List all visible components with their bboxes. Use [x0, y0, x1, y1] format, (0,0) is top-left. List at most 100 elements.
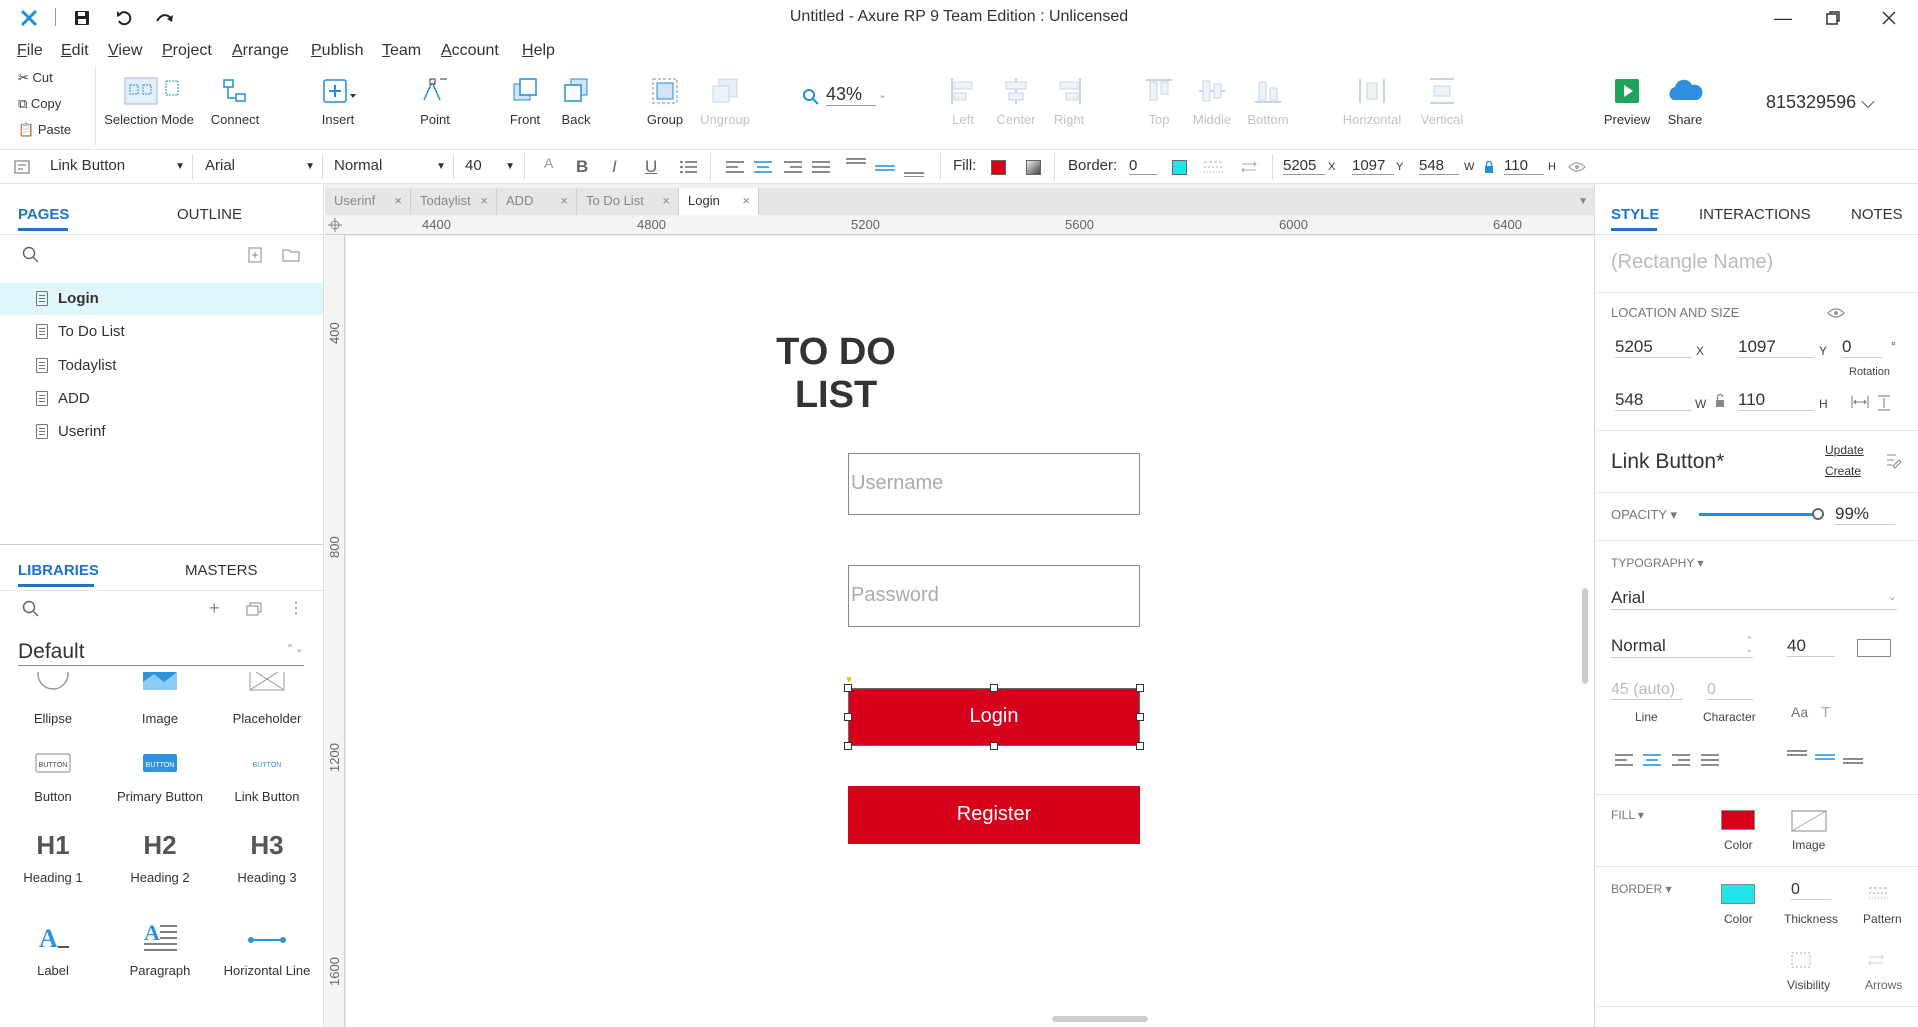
- valign-top-icon[interactable]: [846, 157, 866, 177]
- send-back-button[interactable]: Back: [551, 76, 601, 127]
- resize-handle[interactable]: [1136, 684, 1144, 692]
- rotation-field[interactable]: 0: [1842, 337, 1882, 358]
- valign-middle-icon[interactable]: [1815, 754, 1835, 764]
- typography-size-field[interactable]: 40: [1787, 636, 1835, 657]
- height-input[interactable]: 110: [1504, 157, 1544, 175]
- design-canvas[interactable]: TO DO LIST Username Password Login ▼ Reg…: [346, 236, 1594, 1027]
- widget-label[interactable]: A Label: [0, 920, 106, 978]
- font-color-icon[interactable]: A: [544, 155, 553, 171]
- tab-userinf[interactable]: Userinf ×: [325, 188, 411, 215]
- widget-horizontal-line[interactable]: Horizontal Line: [214, 920, 320, 978]
- close-tab-icon[interactable]: ×: [662, 193, 670, 208]
- library-select[interactable]: Default ⌃⌄: [18, 640, 304, 666]
- widget-heading-3[interactable]: H3 Heading 3: [214, 830, 320, 885]
- widget-ellipse[interactable]: Ellipse: [0, 672, 106, 726]
- text-align-right-icon[interactable]: [1672, 754, 1690, 766]
- preview-button[interactable]: Preview: [1600, 76, 1654, 127]
- vertical-scrollbar[interactable]: [1582, 588, 1588, 684]
- font-family-select[interactable]: Arial ▼: [205, 157, 315, 174]
- widget-heading-2[interactable]: H2 Heading 2: [107, 830, 213, 885]
- close-icon[interactable]: [1882, 11, 1896, 25]
- copy-button[interactable]: ⧉ Copy: [18, 96, 61, 112]
- tab-masters[interactable]: MASTERS: [185, 562, 258, 579]
- create-style-link[interactable]: Create: [1825, 464, 1861, 478]
- resize-handle[interactable]: [990, 684, 998, 692]
- tab-libraries[interactable]: LIBRARIES: [18, 562, 99, 579]
- eye-visibility-icon[interactable]: [1568, 161, 1586, 173]
- library-stack-icon[interactable]: [246, 602, 262, 616]
- text-case-icon[interactable]: Aa: [1791, 704, 1808, 720]
- connect-button[interactable]: Connect: [205, 76, 265, 127]
- canvas-heading[interactable]: TO DO LIST: [736, 331, 936, 417]
- valign-top-icon[interactable]: [1787, 750, 1807, 760]
- width-field[interactable]: 548: [1615, 390, 1691, 411]
- tab-add[interactable]: ADD ×: [497, 188, 577, 215]
- fill-gradient-swatch[interactable]: [1026, 160, 1041, 175]
- opacity-slider[interactable]: [1699, 508, 1824, 520]
- resize-handle[interactable]: [990, 742, 998, 750]
- ungroup-button[interactable]: Ungroup: [698, 76, 752, 127]
- arrows-icon[interactable]: [1867, 952, 1885, 968]
- font-size-select[interactable]: 40 ▼: [465, 157, 515, 174]
- insert-button[interactable]: Insert: [313, 76, 363, 127]
- username-input[interactable]: Username: [848, 453, 1140, 515]
- x-field[interactable]: 5205: [1615, 337, 1691, 358]
- tab-login[interactable]: Login ×: [679, 188, 759, 215]
- arrow-style-icon[interactable]: [1240, 160, 1258, 174]
- align-left-button[interactable]: Left: [940, 76, 986, 127]
- align-center-button[interactable]: Center: [993, 76, 1039, 127]
- menu-publish[interactable]: Publish: [311, 42, 363, 60]
- border-width-input[interactable]: 0: [1129, 157, 1157, 175]
- add-library-icon[interactable]: +: [209, 598, 220, 619]
- page-item-userinf[interactable]: Userinf: [0, 416, 323, 448]
- password-input[interactable]: Password: [848, 565, 1140, 627]
- text-align-left-icon[interactable]: [1615, 754, 1633, 766]
- page-item-add[interactable]: ADD: [0, 383, 323, 415]
- fit-height-icon[interactable]: [1877, 395, 1891, 411]
- bullet-list-icon[interactable]: [680, 160, 698, 174]
- crosshair-icon[interactable]: [328, 218, 342, 232]
- valign-bottom-icon[interactable]: [904, 157, 924, 177]
- point-button[interactable]: Point: [410, 76, 460, 127]
- italic-icon[interactable]: I: [612, 157, 617, 177]
- group-button[interactable]: Group: [640, 76, 690, 127]
- lock-icon[interactable]: [1484, 161, 1494, 173]
- text-align-center-icon[interactable]: [1643, 754, 1661, 766]
- unlock-icon[interactable]: [1715, 394, 1725, 408]
- align-top-button[interactable]: Top: [1136, 76, 1182, 127]
- close-tab-icon[interactable]: ×: [394, 193, 402, 208]
- add-folder-icon[interactable]: [282, 248, 300, 262]
- selection-mode-button[interactable]: Selection Mode: [104, 76, 194, 127]
- y-field[interactable]: 1097: [1738, 337, 1814, 358]
- opacity-field[interactable]: 99%: [1835, 504, 1895, 525]
- border-visibility-icon[interactable]: [1791, 952, 1811, 968]
- page-item-to-do-list[interactable]: To Do List: [0, 316, 323, 348]
- tab-style[interactable]: STYLE: [1611, 206, 1659, 223]
- align-middle-button[interactable]: Middle: [1189, 76, 1235, 127]
- more-options-icon[interactable]: ⋮: [288, 598, 304, 618]
- menu-arrange[interactable]: Arrange: [232, 42, 289, 60]
- search-icon[interactable]: [22, 246, 40, 264]
- align-right-button[interactable]: Right: [1046, 76, 1092, 127]
- line-spacing-field[interactable]: 45 (auto): [1611, 681, 1683, 700]
- fit-width-icon[interactable]: [1851, 395, 1869, 409]
- font-weight-select[interactable]: Normal ▼: [334, 157, 446, 174]
- text-align-right-icon[interactable]: [784, 161, 802, 173]
- text-color-swatch[interactable]: [1857, 639, 1891, 657]
- tab-pages[interactable]: PAGES: [18, 206, 69, 223]
- horizontal-scrollbar[interactable]: [1052, 1016, 1148, 1022]
- search-icon[interactable]: [22, 600, 40, 618]
- menu-edit[interactable]: Edit: [61, 42, 89, 60]
- widget-paragraph[interactable]: A Paragraph: [107, 920, 213, 978]
- height-field[interactable]: 110: [1738, 390, 1814, 411]
- widget-placeholder[interactable]: Placeholder: [214, 672, 320, 726]
- paste-button[interactable]: 📋 Paste: [18, 122, 71, 138]
- valign-middle-icon[interactable]: [875, 157, 895, 177]
- edit-style-icon[interactable]: [1885, 452, 1903, 470]
- tab-outline[interactable]: OUTLINE: [177, 206, 242, 223]
- page-item-todaylist[interactable]: Todaylist: [0, 350, 323, 382]
- tab-todaylist[interactable]: Todaylist ×: [411, 188, 497, 215]
- account-menu[interactable]: 815329596 ⌵: [1766, 92, 1875, 113]
- widget-link-button[interactable]: BUTTON Link Button: [214, 746, 320, 804]
- zoom-value[interactable]: 43%: [826, 84, 876, 106]
